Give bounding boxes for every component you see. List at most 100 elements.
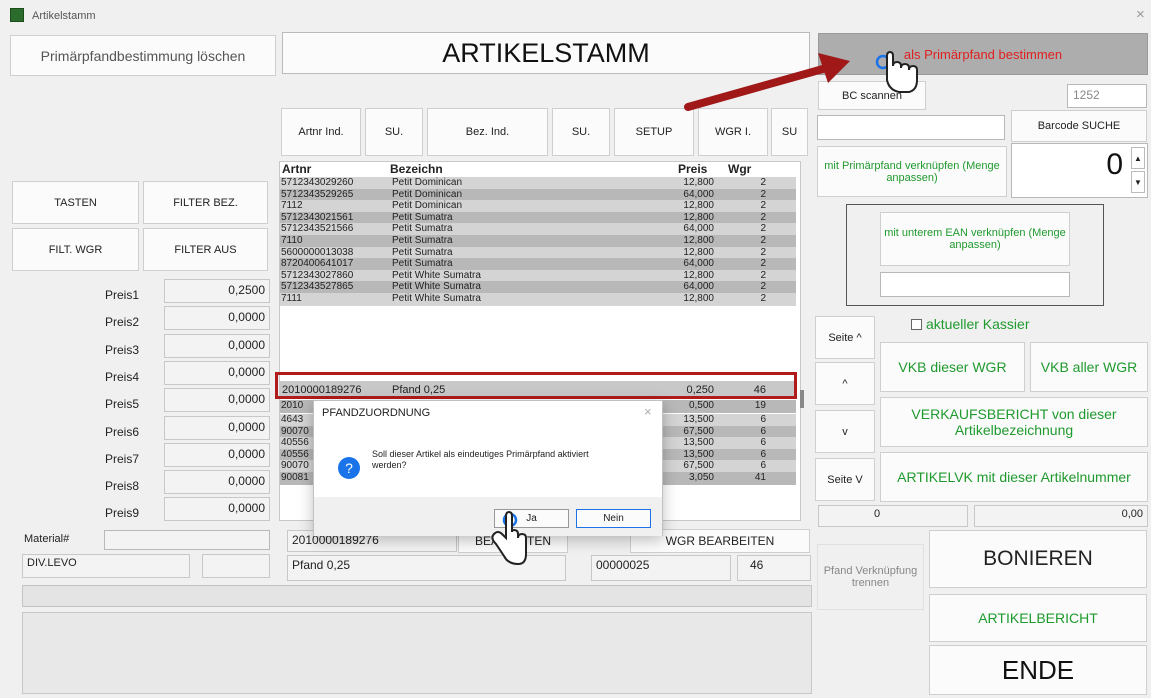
- wgr-field: 46: [737, 555, 811, 581]
- bottom-strip: [22, 585, 812, 607]
- preis-row: Preis5 0,0000: [0, 388, 270, 413]
- cell-artnr: 7111: [281, 293, 302, 304]
- preis-value[interactable]: 0,0000: [164, 388, 270, 413]
- menge-stepper[interactable]: 0 ▲ ▼: [1011, 143, 1148, 198]
- cell-preis: 13,500: [683, 437, 714, 449]
- cell-artnr: 5712343529265: [281, 188, 354, 200]
- preis-label: Preis6: [105, 424, 140, 439]
- vkb-aller-wgr-button[interactable]: VKB aller WGR: [1030, 342, 1148, 392]
- filter-bez-button[interactable]: FILTER BEZ.: [143, 181, 268, 224]
- cell-artnr: 40556: [281, 448, 309, 460]
- artnr-ind-button[interactable]: Artnr Ind.: [281, 108, 361, 156]
- seite-down-button[interactable]: Seite V: [815, 458, 875, 501]
- mit-ean-verknuepfen-button[interactable]: mit unterem EAN verknüpfen (Menge anpass…: [880, 212, 1070, 266]
- cell-artnr: 5712343027860: [281, 269, 354, 281]
- scroll-down-button[interactable]: v: [815, 410, 875, 453]
- annotation-arrow: [684, 53, 850, 111]
- dialog-close-icon[interactable]: ×: [644, 404, 652, 419]
- preis-value[interactable]: 0,0000: [164, 442, 270, 467]
- preis-label: Preis3: [105, 342, 140, 357]
- artikelbericht-button[interactable]: ARTIKELBERICHT: [929, 594, 1147, 642]
- grid-header-bez[interactable]: Bezeichn: [390, 162, 443, 176]
- preis-value[interactable]: 0,0000: [164, 415, 270, 440]
- su-button-2[interactable]: SU.: [552, 108, 610, 156]
- preis-value[interactable]: 0,0000: [164, 306, 270, 331]
- ende-button[interactable]: ENDE: [929, 645, 1147, 695]
- cell-bez: Petit Sumatra: [392, 235, 453, 246]
- preis-value[interactable]: 0,2500: [164, 279, 270, 303]
- cell-artnr: 90070: [281, 425, 309, 437]
- cell-preis: 12,800: [683, 235, 714, 246]
- barcode-suche-button[interactable]: Barcode SUCHE: [1011, 110, 1147, 142]
- bonieren-button[interactable]: BONIEREN: [929, 530, 1147, 588]
- cell-bez: Petit White Sumatra: [392, 269, 481, 281]
- vkb-dieser-wgr-button[interactable]: VKB dieser WGR: [880, 342, 1025, 392]
- preis-value[interactable]: 0,0000: [164, 497, 270, 522]
- preis-value[interactable]: 0,0000: [164, 360, 270, 385]
- cell-bez: Petit Sumatra: [392, 223, 453, 235]
- right-total-field: 0,00: [974, 505, 1148, 527]
- close-icon[interactable]: ×: [1136, 6, 1145, 23]
- barcode-input[interactable]: [817, 115, 1005, 140]
- cell-preis: 3,050: [688, 472, 714, 483]
- su-button-3[interactable]: SU: [771, 108, 808, 156]
- pfand-trennen-button[interactable]: Pfand Verknüpfung trennen: [817, 544, 924, 610]
- cell-wgr: 6: [760, 460, 766, 472]
- bez-ind-button[interactable]: Bez. Ind.: [427, 108, 548, 156]
- preis-label: Preis2: [105, 315, 140, 330]
- cell-artnr: 7110: [281, 235, 303, 246]
- cell-artnr: 5600000013038: [281, 246, 354, 258]
- grid-scrollbar[interactable]: [800, 390, 804, 408]
- cell-artnr: 90081: [281, 472, 309, 483]
- scroll-up-button[interactable]: ^: [815, 362, 875, 405]
- primaerpfand-loeschen-button[interactable]: Primärpfandbestimmung löschen: [10, 35, 276, 76]
- table-row[interactable]: 7111 Petit White Sumatra 12,800 2: [280, 293, 796, 306]
- su-button-1[interactable]: SU.: [365, 108, 423, 156]
- cell-bez: Petit Dominican: [392, 200, 463, 212]
- ean-input[interactable]: [880, 272, 1070, 297]
- tasten-button[interactable]: TASTEN: [12, 181, 139, 224]
- cell-artnr: 40556: [281, 437, 309, 449]
- dialog-no-button[interactable]: Nein: [576, 509, 651, 528]
- stepper-down-icon[interactable]: ▼: [1131, 171, 1145, 193]
- grid-header-preis[interactable]: Preis: [678, 162, 707, 176]
- checkbox-icon[interactable]: [911, 319, 922, 330]
- wgr-i-button[interactable]: WGR I.: [698, 108, 768, 156]
- cell-artnr: 2010: [281, 400, 304, 411]
- cell-wgr: 2: [760, 223, 766, 235]
- material-input[interactable]: [104, 530, 270, 550]
- kassier-checkbox[interactable]: aktueller Kassier: [911, 316, 1030, 332]
- preis-row: Preis6 0,0000: [0, 415, 270, 440]
- preis-value[interactable]: 0,0000: [164, 470, 270, 495]
- cell-preis: 12,800: [683, 246, 714, 258]
- verkaufsbericht-button[interactable]: VERKAUFSBERICHT von dieser Artikelbezeic…: [880, 397, 1148, 447]
- cell-wgr: 6: [760, 448, 766, 460]
- seite-up-button[interactable]: Seite ^: [815, 316, 875, 359]
- filt-wgr-button[interactable]: FILT. WGR: [12, 228, 139, 271]
- cell-preis: 12,800: [683, 293, 714, 304]
- kassier-label: aktueller Kassier: [926, 316, 1030, 332]
- cell-wgr: 2: [760, 188, 766, 200]
- artikelvk-button[interactable]: ARTIKELVK mit dieser Artikelnummer: [880, 452, 1148, 502]
- preis-label: Preis9: [105, 506, 140, 521]
- cell-preis: 12,800: [683, 200, 714, 212]
- preis-row: Preis2 0,0000: [0, 306, 270, 331]
- preis-row: Preis8 0,0000: [0, 470, 270, 495]
- cell-wgr: 2: [760, 269, 766, 281]
- cell-preis: 67,500: [683, 460, 714, 472]
- cell-bez: Petit Dominican: [392, 188, 463, 200]
- cell-wgr: 2: [760, 293, 766, 304]
- preis-label: Preis8: [105, 479, 140, 494]
- preis-value[interactable]: 0,0000: [164, 333, 270, 358]
- grid-header-wgr[interactable]: Wgr: [728, 162, 751, 176]
- cell-wgr: 41: [754, 472, 766, 483]
- preis-label: Preis5: [105, 397, 140, 412]
- als-primaerpfand-button[interactable]: als Primärpfand bestimmen: [818, 33, 1148, 75]
- filter-aus-button[interactable]: FILTER AUS: [143, 228, 268, 271]
- mit-primaerpfand-verknuepfen-button[interactable]: mit Primärpfand verknüpfen (Menge anpass…: [817, 146, 1007, 197]
- app-icon: [10, 8, 24, 22]
- grid-header-artnr[interactable]: Artnr: [282, 162, 311, 176]
- cell-wgr: 2: [760, 177, 766, 188]
- setup-button[interactable]: SETUP: [614, 108, 694, 156]
- stepper-up-icon[interactable]: ▲: [1131, 147, 1145, 169]
